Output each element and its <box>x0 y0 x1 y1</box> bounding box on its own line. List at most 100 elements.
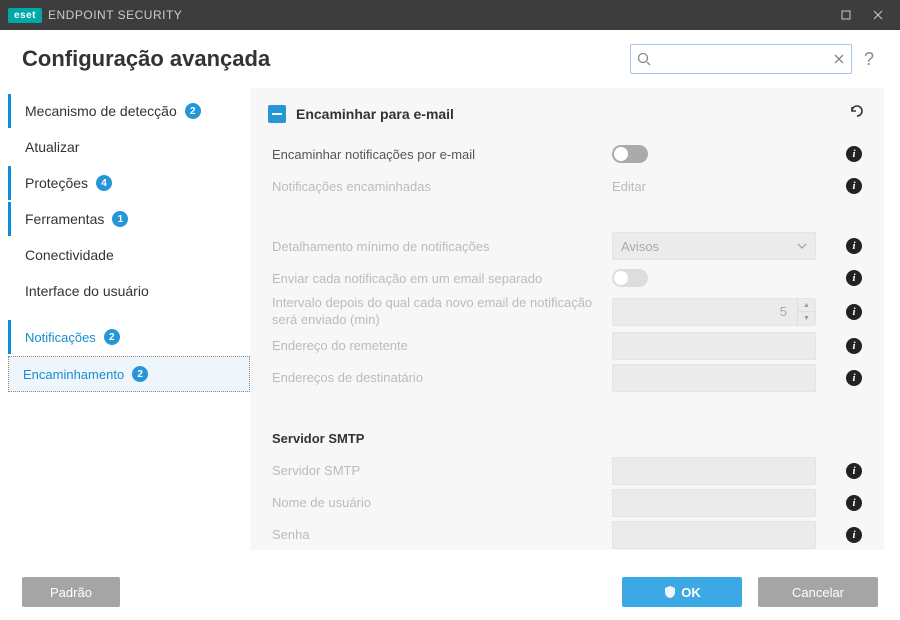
titlebar-left: eset ENDPOINT SECURITY <box>8 8 182 23</box>
square-icon <box>841 10 851 20</box>
sidebar-item-label: Proteções <box>25 175 88 191</box>
sidebar-item-tools[interactable]: Ferramentas 1 <box>8 202 250 236</box>
info-icon[interactable]: i <box>846 338 862 354</box>
info-icon[interactable]: i <box>846 463 862 479</box>
sidebar-item-label: Ferramentas <box>25 211 104 227</box>
search-input-wrapper[interactable] <box>630 44 852 74</box>
input-sender <box>612 332 816 360</box>
revert-button[interactable] <box>848 102 866 125</box>
info-icon[interactable]: i <box>846 304 862 320</box>
row-label: Endereço do remetente <box>272 338 612 353</box>
info-icon[interactable]: i <box>846 495 862 511</box>
help-button[interactable]: ? <box>860 49 878 70</box>
button-label: Cancelar <box>792 585 844 600</box>
input-smtp-password <box>612 521 816 549</box>
row-forwarded-notifications: Notificações encaminhadas Editar i <box>268 171 866 201</box>
row-label: Detalhamento mínimo de notificações <box>272 239 612 254</box>
ok-button[interactable]: OK <box>622 577 742 607</box>
search-input[interactable] <box>655 52 829 67</box>
row-label: Servidor SMTP <box>272 463 612 478</box>
undo-icon <box>848 102 866 120</box>
badge: 4 <box>96 175 112 191</box>
badge: 2 <box>185 103 201 119</box>
input-recipients <box>612 364 816 392</box>
chevron-down-icon <box>797 241 807 251</box>
smtp-section-title: Servidor SMTP <box>272 431 866 446</box>
select-min-detail: Avisos <box>612 232 816 260</box>
badge: 2 <box>104 329 120 345</box>
row-smtp-server: Servidor SMTP i <box>268 456 866 486</box>
section-title: Encaminhar para e-mail <box>296 106 838 122</box>
bottom-bar: Padrão OK Cancelar <box>0 564 900 620</box>
page-header: Configuração avançada ? <box>0 30 900 88</box>
row-recipients: Endereços de destinatário i <box>268 363 866 393</box>
row-label: Enviar cada notificação em um email sepa… <box>272 271 612 286</box>
cancel-button[interactable]: Cancelar <box>758 577 878 607</box>
row-control <box>612 269 842 287</box>
row-label: Encaminhar notificações por e-mail <box>272 147 612 162</box>
toggle-forward-email[interactable] <box>612 145 648 163</box>
minus-icon <box>272 113 282 115</box>
default-button[interactable]: Padrão <box>22 577 120 607</box>
row-label: Endereços de destinatário <box>272 370 612 385</box>
row-label: Intervalo depois do qual cada novo email… <box>272 295 612 329</box>
sidebar-item-ui[interactable]: Interface do usuário <box>8 274 250 308</box>
window-controls <box>832 3 892 27</box>
info-icon[interactable]: i <box>846 238 862 254</box>
row-control: Editar <box>612 179 842 194</box>
main-panel-wrapper: Encaminhar para e-mail Encaminhar notifi… <box>250 88 900 618</box>
close-icon <box>873 10 883 20</box>
row-label: Nome de usuário <box>272 495 612 510</box>
sidebar-item-label: Interface do usuário <box>25 283 149 299</box>
info-icon[interactable]: i <box>846 370 862 386</box>
sidebar-sub-notifications[interactable]: Notificações 2 <box>8 320 250 354</box>
clear-search-icon[interactable] <box>833 53 845 65</box>
spinner-interval: 5 ▲ ▼ <box>612 298 816 326</box>
content: Mecanismo de detecção 2 Atualizar Proteç… <box>0 88 900 618</box>
row-control <box>612 145 842 163</box>
row-min-detail: Detalhamento mínimo de notificações Avis… <box>268 231 866 261</box>
row-label: Notificações encaminhadas <box>272 179 612 194</box>
badge: 2 <box>132 366 148 382</box>
edit-link: Editar <box>612 179 646 194</box>
sidebar-item-label: Atualizar <box>25 139 79 155</box>
window-close-button[interactable] <box>864 3 892 27</box>
collapse-toggle[interactable] <box>268 105 286 123</box>
shield-icon <box>663 585 677 599</box>
button-label: OK <box>681 585 701 600</box>
header-tools: ? <box>630 44 878 74</box>
sidebar-item-detection[interactable]: Mecanismo de detecção 2 <box>8 94 250 128</box>
sidebar-item-label: Conectividade <box>25 247 114 263</box>
toggle-separate-email <box>612 269 648 287</box>
info-icon[interactable]: i <box>846 527 862 543</box>
button-label: Padrão <box>50 585 92 600</box>
row-control: 5 ▲ ▼ <box>612 298 842 326</box>
row-forward-email: Encaminhar notificações por e-mail i <box>268 139 866 169</box>
titlebar: eset ENDPOINT SECURITY <box>0 0 900 30</box>
sidebar-item-connectivity[interactable]: Conectividade <box>8 238 250 272</box>
bottom-right-group: OK Cancelar <box>622 577 878 607</box>
info-icon[interactable]: i <box>846 270 862 286</box>
spinner-down: ▼ <box>798 312 815 325</box>
select-value: Avisos <box>621 239 659 254</box>
row-separate-email: Enviar cada notificação em um email sepa… <box>268 263 866 293</box>
brand-logo: eset <box>8 8 42 23</box>
search-icon <box>637 52 651 66</box>
sidebar-item-label: Encaminhamento <box>23 367 124 382</box>
input-smtp-user <box>612 489 816 517</box>
sidebar: Mecanismo de detecção 2 Atualizar Proteç… <box>0 88 250 618</box>
spinner-value: 5 <box>613 299 797 325</box>
section-header: Encaminhar para e-mail <box>268 102 866 125</box>
row-sender: Endereço do remetente i <box>268 331 866 361</box>
row-interval: Intervalo depois do qual cada novo email… <box>268 295 866 329</box>
spinner-up: ▲ <box>798 299 815 313</box>
row-label: Senha <box>272 527 612 542</box>
sidebar-item-protections[interactable]: Proteções 4 <box>8 166 250 200</box>
sidebar-sub-forwarding[interactable]: Encaminhamento 2 <box>8 356 250 392</box>
window-maximize-button[interactable] <box>832 3 860 27</box>
info-icon[interactable]: i <box>846 146 862 162</box>
info-icon[interactable]: i <box>846 178 862 194</box>
badge: 1 <box>112 211 128 227</box>
sidebar-item-update[interactable]: Atualizar <box>8 130 250 164</box>
row-control: Avisos <box>612 232 842 260</box>
